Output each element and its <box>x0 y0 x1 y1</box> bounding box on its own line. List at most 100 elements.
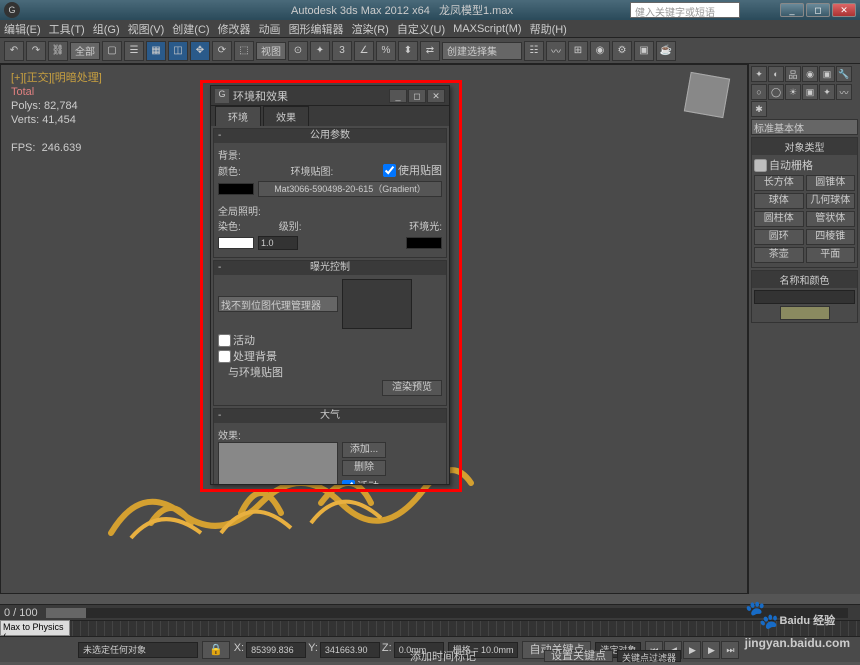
viewcube[interactable] <box>684 72 730 118</box>
link-button[interactable]: ⛓ <box>48 41 68 61</box>
menu-edit[interactable]: 编辑(E) <box>4 21 41 37</box>
object-type-rollup[interactable]: 对象类型 <box>752 138 857 155</box>
dialog-titlebar[interactable]: G 环境和效果 _ ◻ ✕ <box>211 86 449 106</box>
menu-view[interactable]: 视图(V) <box>128 21 165 37</box>
shapes-icon[interactable]: ◯ <box>768 84 784 100</box>
tab-effects[interactable]: 效果 <box>263 106 309 126</box>
ref-coord-dropdown[interactable]: 视图 <box>256 42 286 60</box>
keyfilters-button[interactable]: 关键点过滤器 <box>617 650 681 662</box>
rotate-button[interactable]: ⟳ <box>212 41 232 61</box>
exposure-active-checkbox[interactable] <box>218 334 231 347</box>
setkey-button[interactable]: 设置关键点 <box>544 650 613 662</box>
plane-button[interactable]: 平面 <box>806 247 856 263</box>
menu-maxscript[interactable]: MAXScript(M) <box>453 23 521 35</box>
effect-active-checkbox[interactable] <box>342 480 355 485</box>
box-button[interactable]: 长方体 <box>754 175 804 191</box>
select-name-button[interactable]: ☰ <box>124 41 144 61</box>
render-button[interactable]: ☕ <box>656 41 676 61</box>
menu-group[interactable]: 组(G) <box>93 21 120 37</box>
render-preview-button[interactable]: 渲染预览 <box>382 380 442 396</box>
helpers-icon[interactable]: ✦ <box>819 84 835 100</box>
time-thumb[interactable] <box>46 608 86 618</box>
manip-button[interactable]: ✦ <box>310 41 330 61</box>
menu-customize[interactable]: 自定义(U) <box>397 21 445 37</box>
dialog-maximize-button[interactable]: ◻ <box>408 89 426 103</box>
menu-help[interactable]: 帮助(H) <box>530 21 567 37</box>
geometry-icon[interactable]: ○ <box>751 84 767 100</box>
curve-editor-button[interactable]: 〰 <box>546 41 566 61</box>
maxscript-listener[interactable]: Max to Physics ( <box>0 620 70 636</box>
restore-button[interactable]: ◻ <box>806 3 830 17</box>
object-color-swatch[interactable] <box>780 306 830 320</box>
undo-button[interactable]: ↶ <box>4 41 24 61</box>
angle-snap-button[interactable]: ∠ <box>354 41 374 61</box>
geometry-type-dropdown[interactable]: 标准基本体 <box>751 119 858 135</box>
cameras-icon[interactable]: ▣ <box>802 84 818 100</box>
menu-modifiers[interactable]: 修改器 <box>218 21 251 37</box>
viewport-label[interactable]: [+][正交][明暗处理] <box>11 69 102 85</box>
create-tab-icon[interactable]: ✦ <box>751 66 767 82</box>
next-frame-button[interactable]: ▶ <box>702 641 720 659</box>
geosphere-button[interactable]: 几何球体 <box>806 193 856 209</box>
material-button[interactable]: ◉ <box>590 41 610 61</box>
select-region-button[interactable]: ▦ <box>146 41 166 61</box>
spinner-snap-button[interactable]: ⬍ <box>398 41 418 61</box>
exposure-rollup[interactable]: 曝光控制 <box>214 261 446 275</box>
modify-tab-icon[interactable]: ◐ <box>768 66 784 82</box>
tab-environment[interactable]: 环境 <box>215 106 261 126</box>
menu-render[interactable]: 渲染(R) <box>352 21 389 37</box>
selection-filter-dropdown[interactable]: 全部 <box>70 42 100 60</box>
select-button[interactable]: ▢ <box>102 41 122 61</box>
process-bg-checkbox[interactable] <box>218 350 231 363</box>
pyramid-button[interactable]: 四棱锥 <box>806 229 856 245</box>
envmap-button[interactable]: Mat3066-590498-20-615（Gradient） <box>258 181 442 197</box>
object-name-input[interactable] <box>754 290 855 304</box>
named-selection-dropdown[interactable]: 创建选择集 <box>442 42 522 60</box>
teapot-button[interactable]: 茶壶 <box>754 247 804 263</box>
hierarchy-tab-icon[interactable]: 品 <box>785 66 801 82</box>
usemap-checkbox[interactable] <box>383 164 396 177</box>
schematic-button[interactable]: ⊞ <box>568 41 588 61</box>
cylinder-button[interactable]: 圆柱体 <box>754 211 804 227</box>
trackbar[interactable] <box>0 620 860 636</box>
close-button[interactable]: ✕ <box>832 3 856 17</box>
menu-animation[interactable]: 动画 <box>259 21 281 37</box>
add-effect-button[interactable]: 添加... <box>342 442 386 458</box>
name-color-rollup[interactable]: 名称和颜色 <box>752 271 857 288</box>
exposure-dropdown[interactable]: 找不到位图代理管理器 <box>218 296 338 312</box>
window-crossing-button[interactable]: ◫ <box>168 41 188 61</box>
x-coord-input[interactable]: 85399.836 <box>246 642 306 658</box>
goto-end-button[interactable]: ⏭ <box>721 641 739 659</box>
time-slider[interactable]: 0 / 100 <box>0 604 860 620</box>
effects-list[interactable] <box>218 442 338 484</box>
menu-graph[interactable]: 图形编辑器 <box>289 21 344 37</box>
cone-button[interactable]: 圆锥体 <box>806 175 856 191</box>
dialog-close-button[interactable]: ✕ <box>427 89 445 103</box>
ambient-swatch[interactable] <box>406 237 442 249</box>
redo-button[interactable]: ↷ <box>26 41 46 61</box>
sphere-button[interactable]: 球体 <box>754 193 804 209</box>
center-button[interactable]: ⊙ <box>288 41 308 61</box>
lock-icon[interactable]: 🔒 <box>202 641 230 659</box>
help-search-input[interactable]: 健入关键字或短语 <box>630 2 740 18</box>
menu-tools[interactable]: 工具(T) <box>49 21 85 37</box>
display-tab-icon[interactable]: ▣ <box>819 66 835 82</box>
utilities-tab-icon[interactable]: 🔧 <box>836 66 852 82</box>
render-setup-button[interactable]: ⚙ <box>612 41 632 61</box>
level-spinner[interactable]: 1.0 <box>258 236 298 250</box>
render-frame-button[interactable]: ▣ <box>634 41 654 61</box>
percent-snap-button[interactable]: % <box>376 41 396 61</box>
dialog-minimize-button[interactable]: _ <box>389 89 407 103</box>
bgcolor-swatch[interactable] <box>218 183 254 195</box>
play-button[interactable]: ▶ <box>683 641 701 659</box>
spacewarps-icon[interactable]: 〰 <box>836 84 852 100</box>
lights-icon[interactable]: ☀ <box>785 84 801 100</box>
systems-icon[interactable]: ✱ <box>751 101 767 117</box>
delete-effect-button[interactable]: 删除 <box>342 460 386 476</box>
snap-button[interactable]: 3 <box>332 41 352 61</box>
common-params-rollup[interactable]: 公用参数 <box>214 129 446 143</box>
torus-button[interactable]: 圆环 <box>754 229 804 245</box>
y-coord-input[interactable]: 341663.90 <box>320 642 380 658</box>
minimize-button[interactable]: _ <box>780 3 804 17</box>
mirror-button[interactable]: ⇄ <box>420 41 440 61</box>
